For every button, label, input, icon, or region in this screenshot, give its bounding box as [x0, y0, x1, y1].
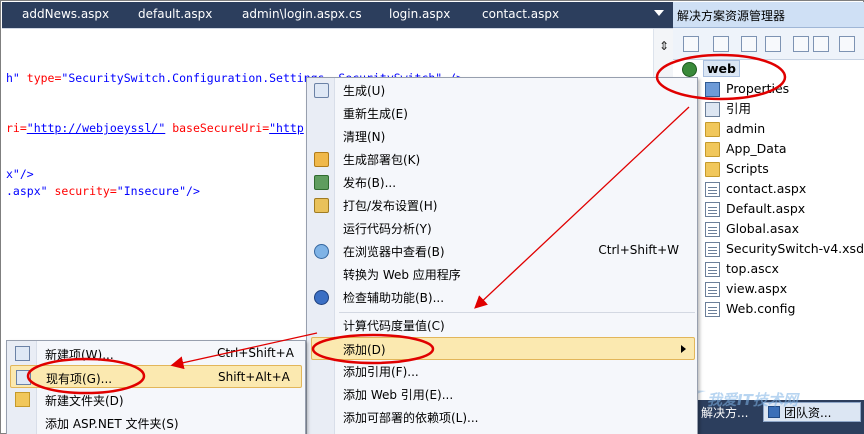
- tree-node-contact[interactable]: contact.aspx: [705, 180, 806, 200]
- tree-node-default[interactable]: Default.aspx: [705, 200, 805, 220]
- package-settings-icon: [314, 198, 329, 213]
- tree-node-view[interactable]: view.aspx: [705, 280, 787, 300]
- menu-item-add-web-reference[interactable]: 添加 Web 引用(E)...: [307, 383, 697, 406]
- tab-addnews[interactable]: addNews.aspx: [22, 2, 109, 28]
- code-line: x"/>: [6, 167, 34, 181]
- build-icon: [314, 83, 329, 98]
- existing-item-icon: [16, 370, 31, 385]
- menu-item-package-settings[interactable]: 打包/发布设置(H): [307, 194, 697, 217]
- class-diagram-icon[interactable]: [839, 36, 855, 52]
- document-tab-strip: addNews.aspx default.aspx admin\login.as…: [2, 2, 673, 28]
- menu-item-publish[interactable]: 发布(B)...: [307, 171, 697, 194]
- config-file-icon: [705, 302, 720, 317]
- references-icon: [705, 102, 720, 117]
- show-all-files-icon[interactable]: [713, 36, 729, 52]
- project-context-menu: 生成(U) 重新生成(E) 清理(N) 生成部署包(K) 发布(B)... 打包…: [306, 77, 698, 434]
- folder-icon: [705, 142, 720, 157]
- tree-node-web-config[interactable]: Web.config: [705, 300, 795, 320]
- code-line: ri="http://webjoeyssl/" baseSecureUri="h…: [6, 121, 304, 135]
- tab-login[interactable]: login.aspx: [389, 2, 450, 28]
- solution-tree[interactable]: web Properties 引用 admin App_Data Scripts…: [673, 60, 864, 400]
- menu-item-check-accessibility[interactable]: 检查辅助功能(B)...: [307, 286, 697, 309]
- tab-contact[interactable]: contact.aspx: [482, 2, 559, 28]
- aspx-file-icon: [705, 202, 720, 217]
- panel-tab-strip: 解决方... 团队资...: [697, 400, 864, 434]
- menu-item-code-analysis[interactable]: 运行代码分析(Y): [307, 217, 697, 240]
- solution-explorer-toolbar: [673, 28, 864, 60]
- new-item-icon: [15, 346, 30, 361]
- publish-icon: [314, 175, 329, 190]
- asax-file-icon: [705, 222, 720, 237]
- xsd-file-icon: [705, 242, 720, 257]
- tree-node-scripts[interactable]: Scripts: [705, 160, 769, 180]
- menu-item-view-in-browser[interactable]: 在浏览器中查看(B) Ctrl+Shift+W: [307, 240, 697, 263]
- properties-tool-icon[interactable]: [683, 36, 699, 52]
- submenu-item-add-aspnet-folder[interactable]: 添加 ASP.NET 文件夹(S): [7, 411, 305, 434]
- submenu-item-new-folder[interactable]: 新建文件夹(D): [7, 388, 305, 411]
- tab-solution-explorer[interactable]: 解决方...: [701, 404, 748, 421]
- refresh-icon[interactable]: [741, 36, 757, 52]
- browser-icon: [314, 244, 329, 259]
- menu-separator: [339, 312, 695, 313]
- submenu-item-new-item[interactable]: 新建项(W)... Ctrl+Shift+A: [7, 342, 305, 365]
- tree-node-app-data[interactable]: App_Data: [705, 140, 787, 160]
- tab-dropdown-icon[interactable]: [654, 10, 664, 16]
- view-designer-icon[interactable]: [813, 36, 829, 52]
- nest-files-icon[interactable]: [765, 36, 781, 52]
- view-code-icon[interactable]: [793, 36, 809, 52]
- ascx-file-icon: [705, 262, 720, 277]
- tree-node-properties[interactable]: Properties: [705, 80, 789, 100]
- solution-explorer-title: 解决方案资源管理器: [673, 2, 864, 28]
- window-frame: addNews.aspx default.aspx admin\login.as…: [0, 0, 864, 434]
- tab-team-explorer[interactable]: 团队资...: [763, 402, 861, 422]
- tree-node-web[interactable]: web: [682, 60, 740, 80]
- tab-default[interactable]: default.aspx: [138, 2, 212, 28]
- menu-item-add-deployable-deps[interactable]: 添加可部署的依赖项(L)...: [307, 406, 697, 429]
- package-icon: [314, 152, 329, 167]
- tree-node-global[interactable]: Global.asax: [705, 220, 799, 240]
- menu-item-add-reference[interactable]: 添加引用(F)...: [307, 360, 697, 383]
- menu-item-build[interactable]: 生成(U): [307, 79, 697, 102]
- tree-node-top-ascx[interactable]: top.ascx: [705, 260, 779, 280]
- submenu-item-existing-item[interactable]: 现有项(G)... Shift+Alt+A: [10, 365, 302, 388]
- tree-node-admin[interactable]: admin: [705, 120, 765, 140]
- menu-item-code-metrics[interactable]: 计算代码度量值(C): [307, 314, 697, 337]
- code-line: .aspx" security="Insecure"/>: [6, 184, 200, 198]
- tab-admin-login-cs[interactable]: admin\login.aspx.cs: [242, 2, 362, 28]
- aspx-file-icon: [705, 182, 720, 197]
- menu-item-add[interactable]: 添加(D): [311, 337, 695, 360]
- menu-item-clean[interactable]: 清理(N): [307, 125, 697, 148]
- menu-item-build-package[interactable]: 生成部署包(K): [307, 148, 697, 171]
- web-project-icon: [682, 62, 697, 77]
- submenu-arrow-icon: [681, 345, 686, 353]
- tree-node-references[interactable]: 引用: [705, 100, 751, 120]
- tree-node-xsd[interactable]: SecuritySwitch-v4.xsd: [705, 240, 864, 260]
- accessibility-icon: [314, 290, 329, 305]
- properties-icon: [705, 82, 720, 97]
- folder-icon: [705, 122, 720, 137]
- folder-icon: [705, 162, 720, 177]
- team-explorer-icon: [768, 406, 780, 418]
- menu-item-convert-web-app[interactable]: 转换为 Web 应用程序: [307, 263, 697, 286]
- add-submenu: 新建项(W)... Ctrl+Shift+A 现有项(G)... Shift+A…: [6, 340, 306, 434]
- aspx-file-icon: [705, 282, 720, 297]
- folder-icon: [15, 392, 30, 407]
- split-icon[interactable]: ⇕: [657, 37, 671, 55]
- menu-item-rebuild[interactable]: 重新生成(E): [307, 102, 697, 125]
